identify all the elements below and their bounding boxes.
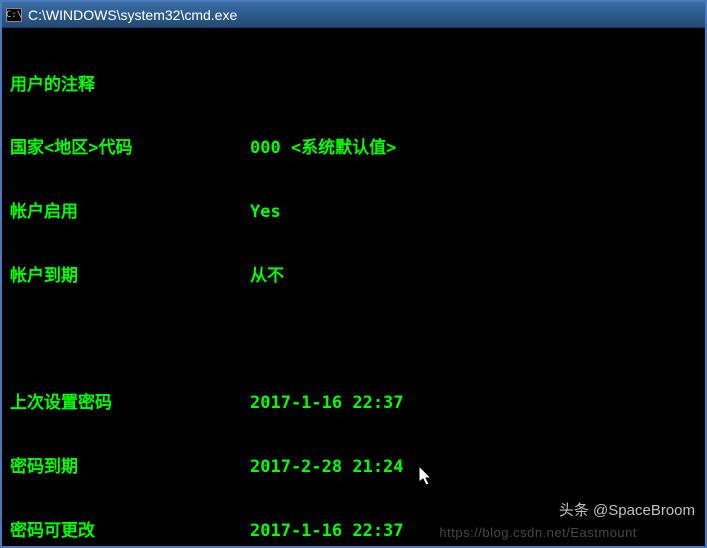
value-pwset: 2017-1-16 22:37 — [250, 393, 697, 414]
label-comment: 用户的注释 — [10, 75, 250, 96]
row-expires: 帐户到期从不 — [10, 266, 697, 287]
label-pwchg: 密码可更改 — [10, 521, 250, 542]
terminal-output[interactable]: 用户的注释 国家<地区>代码000 <系统默认值> 帐户启用Yes 帐户到期从不… — [2, 28, 705, 546]
row-pwset: 上次设置密码2017-1-16 22:37 — [10, 393, 697, 414]
label-enabled: 帐户启用 — [10, 202, 250, 223]
label-pwset: 上次设置密码 — [10, 393, 250, 414]
label-country: 国家<地区>代码 — [10, 138, 250, 159]
value-comment — [250, 75, 697, 96]
titlebar[interactable]: C:\ C:\WINDOWS\system32\cmd.exe — [2, 2, 705, 28]
label-pwexp: 密码到期 — [10, 457, 250, 478]
row-comment: 用户的注释 — [10, 75, 697, 96]
value-country: 000 <系统默认值> — [250, 138, 697, 159]
blank-row — [10, 330, 697, 351]
watermark-bottom: https://blog.csdn.net/Eastmount — [439, 525, 637, 540]
value-expires: 从不 — [250, 266, 697, 287]
cmd-icon: C:\ — [6, 8, 22, 22]
row-country: 国家<地区>代码000 <系统默认值> — [10, 138, 697, 159]
window-title: C:\WINDOWS\system32\cmd.exe — [28, 7, 237, 23]
row-enabled: 帐户启用Yes — [10, 202, 697, 223]
value-pwexp: 2017-2-28 21:24 — [250, 457, 697, 478]
cmd-window: C:\ C:\WINDOWS\system32\cmd.exe 用户的注释 国家… — [0, 0, 707, 548]
cmd-icon-text: C:\ — [6, 10, 22, 20]
row-pwexp: 密码到期2017-2-28 21:24 — [10, 457, 697, 478]
label-expires: 帐户到期 — [10, 266, 250, 287]
value-enabled: Yes — [250, 202, 697, 223]
watermark-top: 头条 @SpaceBroom — [559, 499, 695, 520]
